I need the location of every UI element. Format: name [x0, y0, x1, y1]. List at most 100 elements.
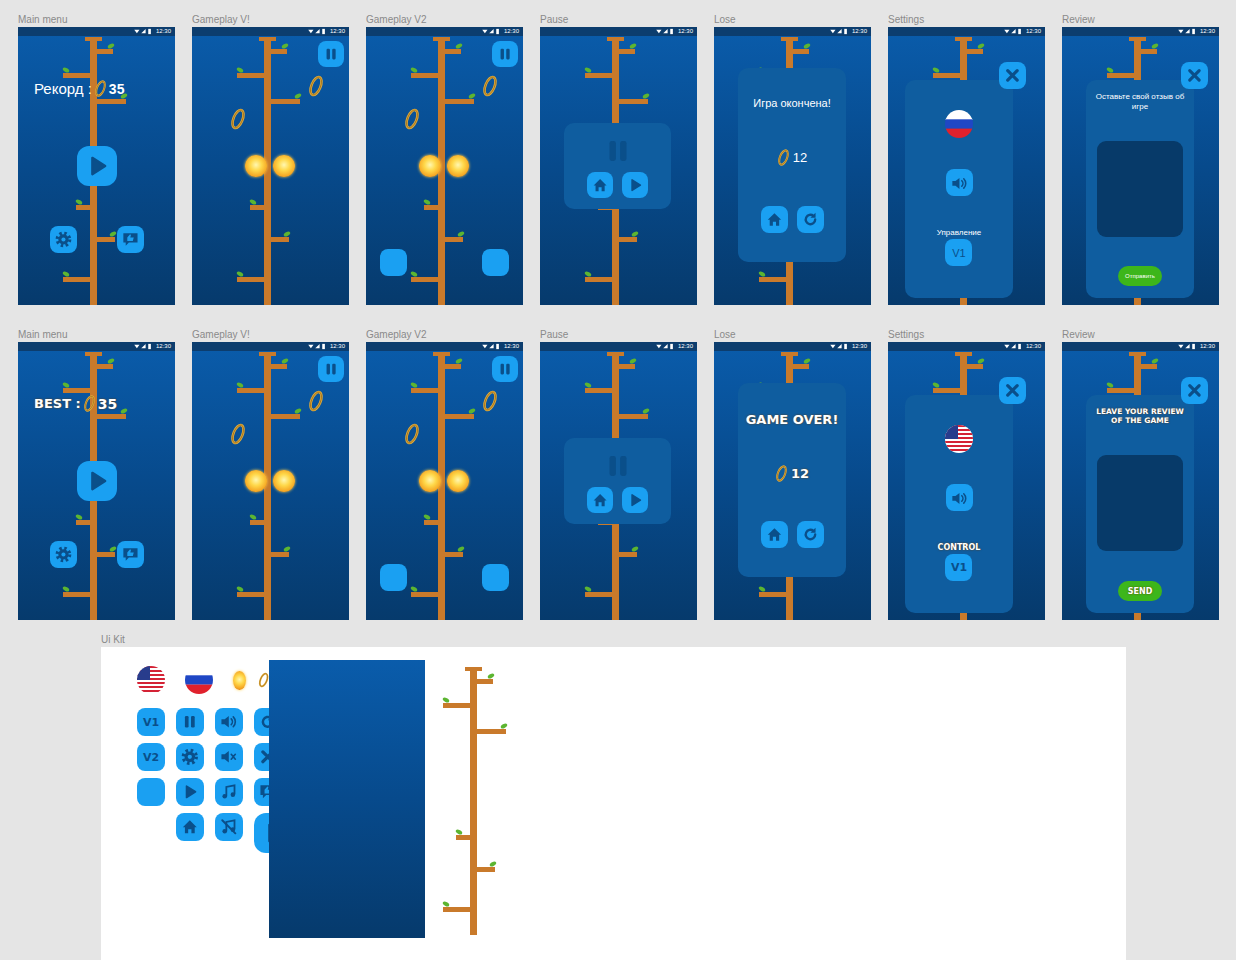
phone-screen[interactable]: 12:30 Управление V1 — [888, 27, 1045, 305]
pause-button[interactable] — [492, 356, 518, 382]
artboard: Gameplay V! 12:30 — [192, 12, 349, 305]
restart-button[interactable] — [797, 206, 824, 233]
status-time: 12:30 — [504, 342, 519, 351]
review-text-field[interactable] — [1097, 141, 1183, 237]
best-score: BEST : 35 — [34, 394, 117, 413]
home-button[interactable] — [761, 521, 788, 548]
settings-panel: CONTROL V1 — [905, 395, 1013, 613]
fire-coin — [233, 671, 246, 690]
close-button[interactable] — [999, 377, 1026, 404]
phone-screen[interactable]: 12:30 — [366, 342, 523, 620]
kit-text-button[interactable]: V1 — [137, 708, 165, 736]
phone-screen[interactable]: 12:30 LEAVE YOUR REVIEW OF THE GAME SEND — [1062, 342, 1219, 620]
home-button[interactable] — [587, 487, 613, 513]
ring-icon — [83, 394, 96, 413]
artboard: Gameplay V! 12:30 — [192, 327, 349, 620]
artboard-label: Main menu — [18, 12, 175, 27]
close-button[interactable] — [1181, 62, 1208, 89]
kit-text-button[interactable]: V2 — [137, 743, 165, 771]
review-panel: Оставьте свой отзыв об игре Отправить — [1086, 80, 1194, 298]
phone-screen[interactable]: 12:30 CONTROL V1 — [888, 342, 1045, 620]
pause-icon — [322, 360, 340, 378]
kit-blank-button[interactable] — [137, 778, 165, 806]
kit-pause-button[interactable] — [176, 708, 204, 736]
home-icon — [765, 210, 784, 229]
signal-battery-icon — [655, 343, 675, 350]
game-over-panel: Игра окончена! 12 — [738, 68, 846, 262]
status-time: 12:30 — [504, 27, 519, 36]
review-icon — [121, 545, 140, 564]
right-control-button[interactable] — [482, 249, 509, 276]
artboard-label: Gameplay V2 — [366, 12, 523, 27]
phone-screen[interactable]: 12:30 GAME OVER! 12 — [714, 342, 871, 620]
kit-music-button[interactable] — [215, 778, 243, 806]
artboard-label: Lose — [714, 12, 871, 27]
kit-play-button[interactable] — [176, 778, 204, 806]
artboard: Main menu 12:30 Рекорд : 35 — [18, 12, 175, 305]
sound-button[interactable] — [946, 484, 973, 511]
signal-battery-icon — [829, 343, 849, 350]
left-control-button[interactable] — [380, 249, 407, 276]
screen-row: Main menu 12:30 BEST : 35 Gameplay V! 12… — [18, 327, 1236, 620]
artboard: Gameplay V2 12:30 — [366, 12, 523, 305]
phone-screen[interactable]: 12:30 Рекорд : 35 — [18, 27, 175, 305]
review-button[interactable] — [117, 541, 144, 568]
resume-button[interactable] — [622, 172, 648, 198]
status-bar: 12:30 — [1062, 27, 1219, 36]
design-canvas: Main menu 12:30 Рекорд : 35 Gameplay V! … — [0, 0, 1236, 960]
status-bar: 12:30 — [714, 27, 871, 36]
score: 12 — [777, 148, 807, 167]
pause-button[interactable] — [318, 41, 344, 67]
close-button[interactable] — [1181, 377, 1208, 404]
kit-mute-button[interactable] — [215, 743, 243, 771]
kit-sound-button[interactable] — [215, 708, 243, 736]
status-time: 12:30 — [678, 342, 693, 351]
review-text-field[interactable] — [1097, 455, 1183, 551]
game-over-title: Игра окончена! — [753, 97, 831, 109]
status-time: 12:30 — [330, 342, 345, 351]
play-button[interactable] — [77, 461, 117, 501]
right-control-button[interactable] — [482, 564, 509, 591]
kit-home-button[interactable] — [176, 813, 204, 841]
left-control-button[interactable] — [380, 564, 407, 591]
phone-screen[interactable]: 12:30 — [192, 27, 349, 305]
close-button[interactable] — [999, 62, 1026, 89]
control-mode-button[interactable]: V1 — [945, 554, 972, 581]
status-bar: 12:30 — [540, 342, 697, 351]
artboard-label: Settings — [888, 12, 1045, 27]
home-button[interactable] — [587, 172, 613, 198]
kit-gear-button[interactable] — [176, 743, 204, 771]
phone-screen[interactable]: 12:30 — [366, 27, 523, 305]
restart-button[interactable] — [797, 521, 824, 548]
phone-screen[interactable]: 12:30 Оставьте свой отзыв об игре Отправ… — [1062, 27, 1219, 305]
settings-button[interactable] — [50, 226, 77, 253]
phone-screen[interactable]: 12:30 — [540, 342, 697, 620]
status-bar: 12:30 — [888, 27, 1045, 36]
phone-screen[interactable]: 12:30 — [192, 342, 349, 620]
settings-button[interactable] — [50, 541, 77, 568]
phone-screen[interactable]: 12:30 Игра окончена! 12 — [714, 27, 871, 305]
home-icon — [591, 491, 609, 509]
sound-button[interactable] — [946, 169, 973, 196]
pause-icon — [496, 45, 514, 63]
control-label: Управление — [937, 228, 981, 237]
status-time: 12:30 — [1200, 342, 1215, 351]
home-button[interactable] — [761, 206, 788, 233]
review-button[interactable] — [117, 226, 144, 253]
control-mode-button[interactable]: V1 — [945, 239, 972, 266]
send-button[interactable]: SEND — [1118, 581, 1162, 601]
play-button[interactable] — [77, 146, 117, 186]
phone-screen[interactable]: 12:30 — [540, 27, 697, 305]
phone-screen[interactable]: 12:30 BEST : 35 — [18, 342, 175, 620]
restart-icon — [801, 210, 820, 229]
status-time: 12:30 — [852, 27, 867, 36]
sound-icon — [219, 712, 239, 732]
settings-panel: Управление V1 — [905, 80, 1013, 298]
pause-button[interactable] — [318, 356, 344, 382]
status-time: 12:30 — [1200, 27, 1215, 36]
restart-icon — [801, 525, 820, 544]
pause-button[interactable] — [492, 41, 518, 67]
resume-button[interactable] — [622, 487, 648, 513]
send-button[interactable]: Отправить — [1118, 266, 1162, 286]
kit-music-off-button[interactable] — [215, 813, 243, 841]
